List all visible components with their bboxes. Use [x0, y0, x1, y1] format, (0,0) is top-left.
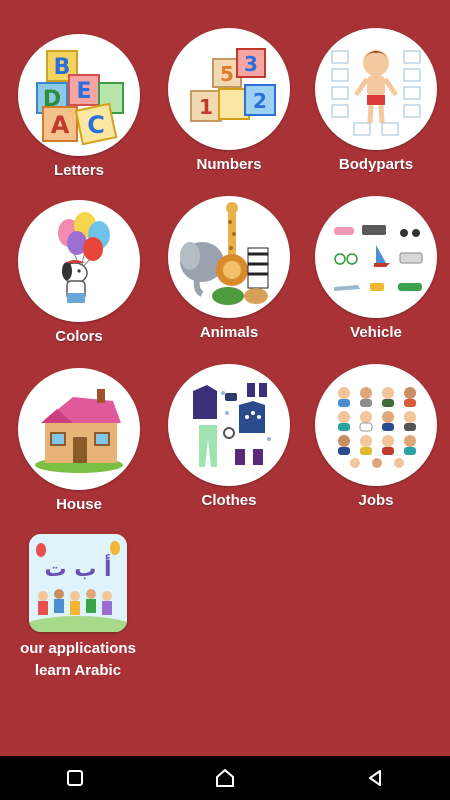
category-numbers[interactable]: 5 3 1 2 Numbers: [168, 28, 290, 173]
category-vehicle[interactable]: Vehicle: [315, 196, 437, 341]
body-parts-icon: [315, 28, 437, 150]
category-label: Jobs: [358, 492, 394, 509]
number-blocks-icon: 5 3 1 2: [168, 28, 290, 150]
square-icon: [67, 770, 83, 786]
category-label: Numbers: [196, 156, 262, 173]
svg-text:3: 3: [244, 52, 258, 76]
category-label: House: [56, 496, 102, 513]
category-bodyparts[interactable]: Bodyparts: [315, 28, 437, 173]
category-label: Clothes: [201, 492, 257, 509]
svg-text:B: B: [54, 55, 71, 80]
circle-icon: [216, 769, 234, 787]
triangle-icon: [369, 770, 381, 786]
category-house[interactable]: House: [18, 368, 140, 513]
balloons-dog-icon: [18, 200, 140, 322]
svg-text:E: E: [76, 79, 91, 104]
back-button[interactable]: [345, 756, 405, 800]
vehicles-icon: [315, 196, 437, 318]
app-label-line2: learn Arabic: [34, 662, 122, 679]
svg-text:C: C: [87, 111, 105, 139]
letter-blocks-icon: B D E A C: [18, 34, 140, 156]
category-label: Colors: [55, 328, 103, 345]
svg-text:A: A: [51, 111, 70, 139]
recents-button[interactable]: [45, 756, 105, 800]
house-icon: [18, 368, 140, 490]
arabic-letters-text: أ ب ت: [44, 553, 111, 582]
svg-text:5: 5: [220, 62, 234, 86]
learn-arabic-app-icon: أ ب ت: [29, 534, 127, 632]
svg-text:1: 1: [199, 95, 213, 119]
category-letters[interactable]: B D E A C Letters: [18, 34, 140, 179]
category-jobs[interactable]: Jobs: [315, 364, 437, 509]
navigation-bar: [0, 756, 450, 800]
category-animals[interactable]: Animals: [168, 196, 290, 341]
category-colors[interactable]: Colors: [18, 200, 140, 345]
jobs-icon: [315, 364, 437, 486]
clothes-icon: [168, 364, 290, 486]
category-label: Letters: [53, 162, 105, 179]
home-button[interactable]: [195, 756, 255, 800]
category-clothes[interactable]: Clothes: [168, 364, 290, 509]
category-label: Vehicle: [350, 324, 402, 341]
app-label-line1: our applications: [20, 640, 136, 657]
our-applications-link[interactable]: أ ب ت our applications learn Arabic: [18, 534, 138, 682]
category-label: Bodyparts: [338, 156, 414, 173]
our-applications-label: our applications learn Arabic: [20, 638, 136, 682]
category-label: Animals: [199, 324, 259, 341]
animals-icon: [168, 196, 290, 318]
svg-text:2: 2: [253, 89, 267, 113]
